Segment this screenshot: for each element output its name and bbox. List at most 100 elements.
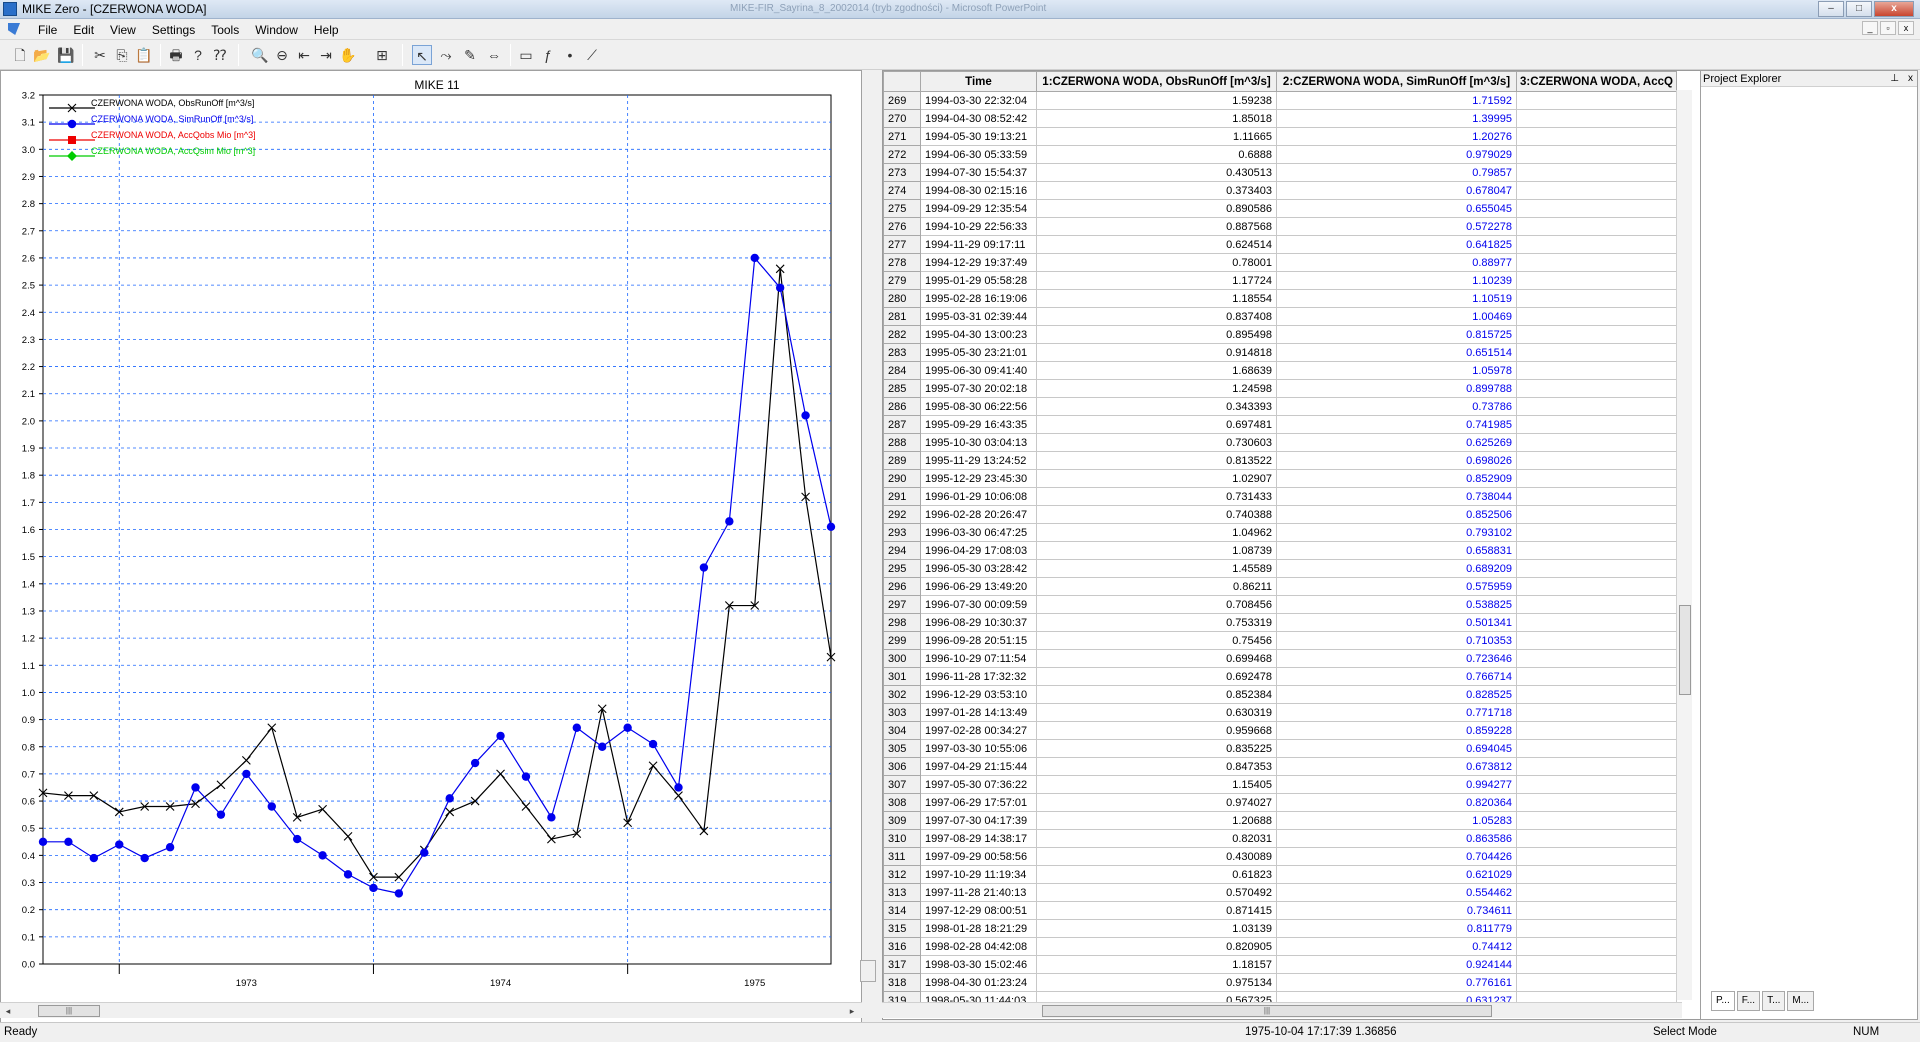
series-point[interactable] xyxy=(140,853,149,863)
grid-row-index[interactable]: 288 xyxy=(883,433,921,452)
time-cell[interactable]: 1995-11-29 13:24:52 xyxy=(920,451,1037,470)
zoom-next-icon[interactable]: ⇥ xyxy=(316,45,336,65)
table-row[interactable]: 314 1997-12-29 08:00:51 0.871415 0.734611 xyxy=(883,901,1677,920)
chart-scroll-thumb[interactable]: ||| xyxy=(38,1005,100,1017)
simrunoff-cell[interactable]: 0.554462 xyxy=(1276,883,1517,902)
simrunoff-cell[interactable]: 0.811779 xyxy=(1276,919,1517,938)
time-cell[interactable]: 1996-09-28 20:51:15 xyxy=(920,631,1037,650)
table-row[interactable]: 308 1997-06-29 17:57:01 0.974027 0.820364 xyxy=(883,793,1677,812)
simrunoff-cell[interactable]: 0.852909 xyxy=(1276,469,1517,488)
accq-cell[interactable] xyxy=(1516,379,1677,398)
table-row[interactable]: 269 1994-03-30 22:32:04 1.59238 1.71592 xyxy=(883,91,1677,110)
accq-cell[interactable] xyxy=(1516,91,1677,110)
time-cell[interactable]: 1997-04-29 21:15:44 xyxy=(920,757,1037,776)
series-point[interactable] xyxy=(750,253,759,263)
accq-cell[interactable] xyxy=(1516,793,1677,812)
grid-row-index[interactable]: 274 xyxy=(883,181,921,200)
grid-horizontal-scrollbar[interactable]: ||| xyxy=(882,1002,1682,1018)
table-row[interactable]: 297 1996-07-30 00:09:59 0.708456 0.538825 xyxy=(883,595,1677,614)
simrunoff-cell[interactable]: 0.689209 xyxy=(1276,559,1517,578)
accq-cell[interactable] xyxy=(1516,883,1677,902)
table-row[interactable]: 307 1997-05-30 07:36:22 1.15405 0.994277 xyxy=(883,775,1677,794)
grid-row-index[interactable]: 313 xyxy=(883,883,921,902)
simrunoff-cell[interactable]: 0.771718 xyxy=(1276,703,1517,722)
simrunoff-cell[interactable]: 0.88977 xyxy=(1276,253,1517,272)
simrunoff-cell[interactable]: 0.859228 xyxy=(1276,721,1517,740)
obsrunoff-cell[interactable]: 0.847353 xyxy=(1036,757,1277,776)
row-index-header[interactable] xyxy=(883,71,921,92)
time-cell[interactable]: 1997-01-28 14:13:49 xyxy=(920,703,1037,722)
menu-file[interactable]: File xyxy=(30,22,65,38)
obsrunoff-cell[interactable]: 0.837408 xyxy=(1036,307,1277,326)
grid-row-index[interactable]: 300 xyxy=(883,649,921,668)
table-row[interactable]: 299 1996-09-28 20:51:15 0.75456 0.710353 xyxy=(883,631,1677,650)
obsrunoff-cell[interactable]: 0.75456 xyxy=(1036,631,1277,650)
simrunoff-cell[interactable]: 0.704426 xyxy=(1276,847,1517,866)
context-help-icon[interactable]: ⁇ xyxy=(210,45,230,65)
simrunoff-cell[interactable]: 0.658831 xyxy=(1276,541,1517,560)
zoom-previous-icon[interactable]: ⇤ xyxy=(294,45,314,65)
obsrunoff-cell[interactable]: 1.15405 xyxy=(1036,775,1277,794)
menu-edit[interactable]: Edit xyxy=(65,22,102,38)
series-point[interactable] xyxy=(445,794,454,803)
table-row[interactable]: 277 1994-11-29 09:17:11 0.624514 0.641825 xyxy=(883,235,1677,254)
series-point[interactable] xyxy=(115,840,124,849)
table-row[interactable]: 287 1995-09-29 16:43:35 0.697481 0.741985 xyxy=(883,415,1677,434)
time-cell[interactable]: 1994-10-29 22:56:33 xyxy=(920,217,1037,236)
grid-row-index[interactable]: 298 xyxy=(883,613,921,632)
grid-row-index[interactable]: 284 xyxy=(883,361,921,380)
accq-cell[interactable] xyxy=(1516,469,1677,488)
simrunoff-cell[interactable]: 0.924144 xyxy=(1276,955,1517,974)
close-panel-icon[interactable]: x xyxy=(1908,71,1913,87)
grid-row-index[interactable]: 316 xyxy=(883,937,921,956)
time-cell[interactable]: 1997-07-30 04:17:39 xyxy=(920,811,1037,830)
grid-row-index[interactable]: 290 xyxy=(883,469,921,488)
obsrunoff-cell[interactable]: 0.887568 xyxy=(1036,217,1277,236)
time-cell[interactable]: 1996-06-29 13:49:20 xyxy=(920,577,1037,596)
accq-cell[interactable] xyxy=(1516,829,1677,848)
accq-cell[interactable] xyxy=(1516,361,1677,380)
simrunoff-cell[interactable]: 1.05283 xyxy=(1276,811,1517,830)
accq-cell[interactable] xyxy=(1516,145,1677,164)
table-row[interactable]: 310 1997-08-29 14:38:17 0.82031 0.863586 xyxy=(883,829,1677,848)
obsrunoff-cell[interactable]: 0.630319 xyxy=(1036,703,1277,722)
accq-cell[interactable] xyxy=(1516,559,1677,578)
mdi-close-button[interactable]: x xyxy=(1898,21,1914,35)
zoom-out-icon[interactable]: ⊖ xyxy=(272,45,292,65)
table-row[interactable]: 309 1997-07-30 04:17:39 1.20688 1.05283 xyxy=(883,811,1677,830)
table-row[interactable]: 295 1996-05-30 03:28:42 1.45589 0.689209 xyxy=(883,559,1677,578)
time-cell[interactable]: 1996-03-30 06:47:25 xyxy=(920,523,1037,542)
accq-cell[interactable] xyxy=(1516,217,1677,236)
shift-icon[interactable]: ⇔ xyxy=(484,45,504,65)
table-row[interactable]: 305 1997-03-30 10:55:06 0.835225 0.694045 xyxy=(883,739,1677,758)
time-cell[interactable]: 1997-02-28 00:34:27 xyxy=(920,721,1037,740)
table-row[interactable]: 271 1994-05-30 19:13:21 1.11665 1.20276 xyxy=(883,127,1677,146)
grid-row-index[interactable]: 296 xyxy=(883,577,921,596)
table-row[interactable]: 298 1996-08-29 10:30:37 0.753319 0.501341 xyxy=(883,613,1677,632)
obsrunoff-cell[interactable]: 0.820905 xyxy=(1036,937,1277,956)
table-row[interactable]: 293 1996-03-30 06:47:25 1.04962 0.793102 xyxy=(883,523,1677,542)
simrunoff-cell[interactable]: 0.698026 xyxy=(1276,451,1517,470)
time-cell[interactable]: 1995-06-30 09:41:40 xyxy=(920,361,1037,380)
series-point[interactable] xyxy=(216,810,226,819)
grid-row-index[interactable]: 295 xyxy=(883,559,921,578)
simrunoff-cell[interactable]: 0.738044 xyxy=(1276,487,1517,506)
accq-cell[interactable] xyxy=(1516,757,1677,776)
obsrunoff-cell[interactable]: 0.570492 xyxy=(1036,883,1277,902)
time-column-header[interactable]: Time xyxy=(920,71,1037,92)
obsrunoff-cell[interactable]: 0.890586 xyxy=(1036,199,1277,218)
grid-row-index[interactable]: 286 xyxy=(883,397,921,416)
menu-tools[interactable]: Tools xyxy=(203,22,247,38)
time-cell[interactable]: 1997-09-29 00:58:56 xyxy=(920,847,1037,866)
point-icon[interactable]: • xyxy=(560,45,580,65)
series-point[interactable] xyxy=(369,883,378,893)
grid-row-index[interactable]: 278 xyxy=(883,253,921,272)
table-row[interactable]: 296 1996-06-29 13:49:20 0.86211 0.575959 xyxy=(883,577,1677,596)
accq-cell[interactable] xyxy=(1516,721,1677,740)
grid-row-index[interactable]: 291 xyxy=(883,487,921,506)
obsrunoff-cell[interactable]: 1.20688 xyxy=(1036,811,1277,830)
grid-row-index[interactable]: 282 xyxy=(883,325,921,344)
series-point[interactable] xyxy=(191,783,200,792)
time-cell[interactable]: 1994-09-29 12:35:54 xyxy=(920,199,1037,218)
table-row[interactable]: 292 1996-02-28 20:26:47 0.740388 0.852506 xyxy=(883,505,1677,524)
